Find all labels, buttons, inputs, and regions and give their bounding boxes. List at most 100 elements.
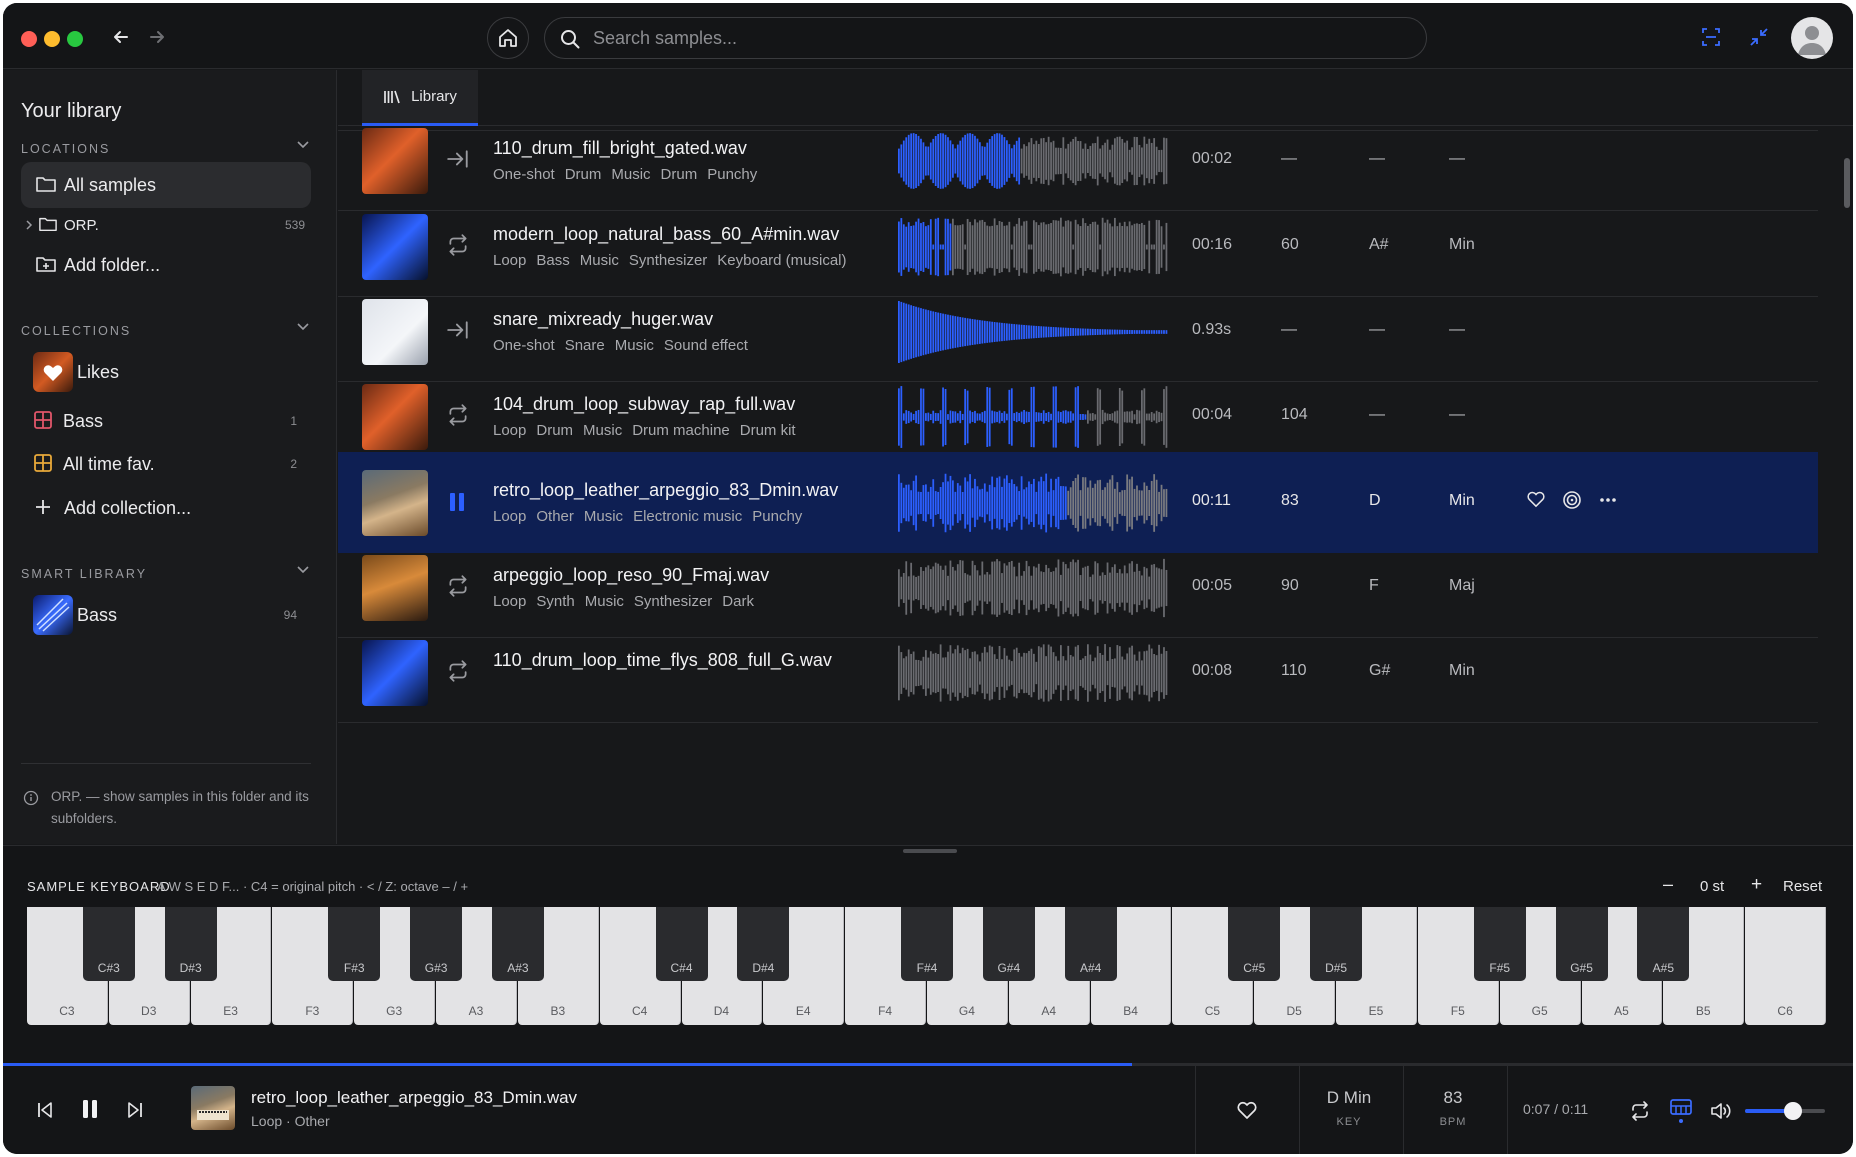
sample-tag[interactable]: Synthesizer bbox=[634, 593, 712, 610]
loop-icon[interactable] bbox=[446, 575, 470, 602]
sample-tag[interactable]: Drum bbox=[661, 166, 698, 183]
sample-tag[interactable]: Sound effect bbox=[664, 337, 748, 354]
one-shot-icon[interactable] bbox=[446, 148, 470, 175]
piano-key-a-sharp5[interactable]: A#5 bbox=[1637, 907, 1690, 981]
loop-icon[interactable] bbox=[446, 404, 470, 431]
sample-tag[interactable]: Music bbox=[583, 422, 622, 439]
sidebar-item-bass-collection[interactable]: Bass 1 bbox=[21, 398, 311, 444]
sample-waveform[interactable] bbox=[898, 130, 1218, 192]
sidebar-item-all-time-fav[interactable]: All time fav. 2 bbox=[21, 441, 311, 487]
focus-icon[interactable] bbox=[1699, 25, 1723, 49]
pause-icon[interactable] bbox=[75, 1094, 105, 1124]
sample-tag[interactable]: One-shot bbox=[493, 337, 555, 354]
sample-tag[interactable]: Drum bbox=[565, 166, 602, 183]
chevron-down-icon[interactable] bbox=[295, 136, 311, 157]
close-window-button[interactable] bbox=[21, 31, 37, 47]
zoom-window-button[interactable] bbox=[67, 31, 83, 47]
home-button[interactable] bbox=[487, 17, 529, 59]
sample-tag[interactable]: Loop bbox=[493, 593, 526, 610]
piano-key-d-sharp5[interactable]: D#5 bbox=[1310, 907, 1363, 981]
transpose-up-button[interactable]: + bbox=[1751, 874, 1762, 896]
minimize-window-button[interactable] bbox=[44, 31, 60, 47]
piano-key-c-sharp4[interactable]: C#4 bbox=[655, 907, 708, 981]
piano-key-c-sharp5[interactable]: C#5 bbox=[1228, 907, 1281, 981]
forward-arrow-icon[interactable] bbox=[143, 23, 171, 51]
sample-tag[interactable]: Music bbox=[611, 166, 650, 183]
chevron-down-icon[interactable] bbox=[295, 318, 311, 339]
keyboard-toggle-icon[interactable] bbox=[1667, 1096, 1695, 1126]
similar-sounds-icon[interactable] bbox=[1562, 490, 1582, 515]
sample-tag[interactable]: Loop bbox=[493, 508, 526, 525]
piano-key-d-sharp4[interactable]: D#4 bbox=[737, 907, 790, 981]
piano-key-f-sharp4[interactable]: F#4 bbox=[901, 907, 953, 981]
pause-icon[interactable] bbox=[446, 490, 468, 519]
piano-key-g-sharp3[interactable]: G#3 bbox=[410, 907, 463, 981]
transpose-reset-button[interactable]: Reset bbox=[1783, 878, 1822, 895]
back-arrow-icon[interactable] bbox=[107, 23, 135, 51]
sample-tag[interactable]: Loop bbox=[493, 252, 526, 269]
sample-tag[interactable]: Bass bbox=[536, 252, 569, 269]
piano-key-g-sharp4[interactable]: G#4 bbox=[982, 907, 1035, 981]
sample-tag[interactable]: Dark bbox=[722, 593, 754, 610]
volume-icon[interactable] bbox=[1707, 1098, 1735, 1124]
sample-tag[interactable]: Drum bbox=[536, 422, 573, 439]
sample-row[interactable]: 110_drum_loop_time_flys_808_full_G.wav 00… bbox=[338, 622, 1818, 723]
loop-icon[interactable] bbox=[1627, 1098, 1653, 1124]
sample-tag[interactable]: One-shot bbox=[493, 166, 555, 183]
next-icon[interactable] bbox=[121, 1096, 149, 1124]
tab-library[interactable]: Library bbox=[362, 70, 478, 126]
loop-icon[interactable] bbox=[446, 234, 470, 261]
sample-tag[interactable]: Music bbox=[615, 337, 654, 354]
sample-waveform[interactable] bbox=[898, 642, 1218, 704]
sample-waveform[interactable] bbox=[898, 557, 1218, 619]
sample-tag[interactable]: Punchy bbox=[752, 508, 802, 525]
waveform-bar bbox=[986, 225, 989, 269]
sample-tag[interactable]: Snare bbox=[565, 337, 605, 354]
like-icon[interactable] bbox=[1233, 1096, 1261, 1124]
sample-tag[interactable]: Loop bbox=[493, 422, 526, 439]
sample-tag[interactable]: Keyboard (musical) bbox=[717, 252, 846, 269]
list-scrollbar[interactable] bbox=[1844, 158, 1850, 208]
minimize-icon[interactable] bbox=[1747, 25, 1771, 49]
like-icon[interactable] bbox=[1526, 490, 1546, 515]
sample-waveform[interactable] bbox=[898, 386, 1218, 448]
add-collection-button[interactable]: Add collection... bbox=[21, 485, 311, 531]
piano-key-f-sharp3[interactable]: F#3 bbox=[328, 907, 381, 981]
sidebar-item-likes[interactable]: Likes bbox=[21, 348, 311, 396]
waveform-bar bbox=[929, 310, 932, 354]
piano-key-f-sharp5[interactable]: F#5 bbox=[1473, 907, 1526, 981]
sample-tag[interactable]: Music bbox=[584, 508, 623, 525]
transpose-down-button[interactable]: – bbox=[1663, 874, 1673, 895]
sample-tag[interactable]: Synthesizer bbox=[629, 252, 707, 269]
sample-waveform[interactable] bbox=[898, 472, 1218, 534]
avatar[interactable] bbox=[1791, 17, 1833, 59]
sample-tag[interactable]: Drum kit bbox=[740, 422, 796, 439]
sample-tag[interactable]: Music bbox=[585, 593, 624, 610]
sidebar-item-smart-bass[interactable]: Bass 94 bbox=[21, 591, 311, 639]
sample-tag[interactable]: Other bbox=[536, 508, 574, 525]
sample-tag[interactable]: Synth bbox=[536, 593, 574, 610]
previous-icon[interactable] bbox=[31, 1096, 59, 1124]
sample-tag[interactable]: Punchy bbox=[707, 166, 757, 183]
piano-key-a-sharp3[interactable]: A#3 bbox=[491, 907, 544, 981]
more-options-icon[interactable] bbox=[1598, 490, 1618, 515]
loop-icon[interactable] bbox=[446, 660, 470, 687]
chevron-right-icon[interactable] bbox=[23, 216, 35, 237]
add-folder-button[interactable]: Add folder... bbox=[21, 242, 311, 288]
panel-resize-handle[interactable] bbox=[903, 849, 957, 853]
sample-tag[interactable]: Drum machine bbox=[632, 422, 730, 439]
sample-waveform[interactable] bbox=[898, 216, 1218, 278]
piano-key-c-sharp3[interactable]: C#3 bbox=[82, 907, 135, 981]
sample-tag[interactable]: Electronic music bbox=[633, 508, 742, 525]
sample-tag[interactable]: Music bbox=[580, 252, 619, 269]
search-field[interactable]: Search samples... bbox=[544, 17, 1427, 59]
chevron-down-icon[interactable] bbox=[295, 561, 311, 582]
waveform-bar bbox=[932, 566, 935, 610]
one-shot-icon[interactable] bbox=[446, 319, 470, 346]
piano-key-c6[interactable]: C6 bbox=[1745, 907, 1826, 1025]
volume-slider-knob[interactable] bbox=[1784, 1102, 1802, 1120]
piano-key-d-sharp3[interactable]: D#3 bbox=[164, 907, 217, 981]
piano-key-g-sharp5[interactable]: G#5 bbox=[1555, 907, 1608, 981]
sample-waveform[interactable] bbox=[898, 301, 1218, 363]
piano-key-a-sharp4[interactable]: A#4 bbox=[1064, 907, 1117, 981]
